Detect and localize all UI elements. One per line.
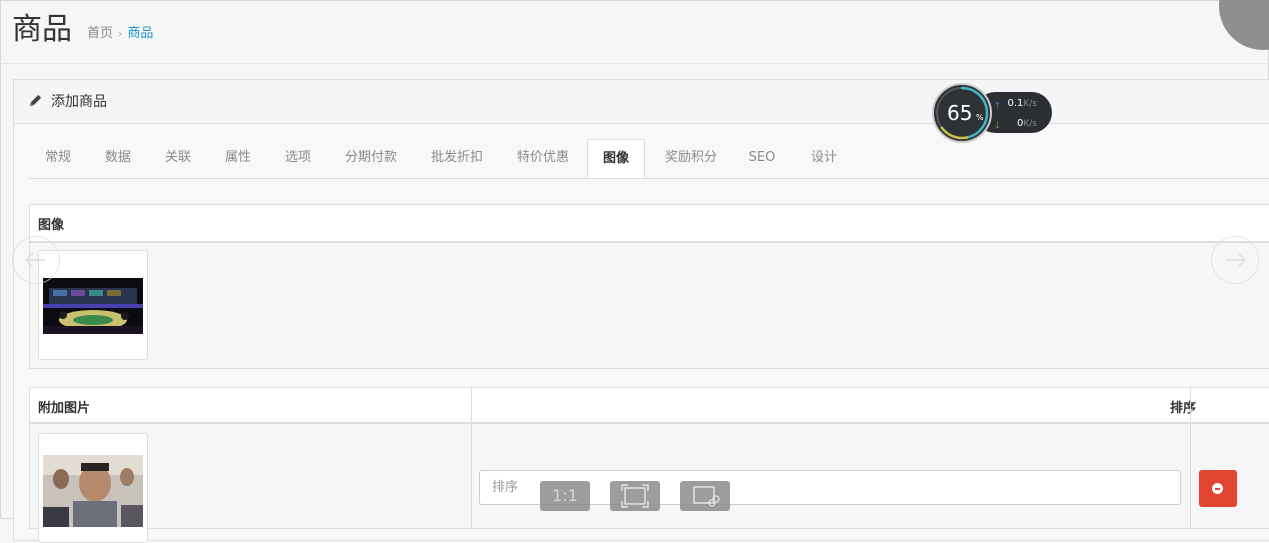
sort-order-heading: 排序 <box>1169 401 1196 416</box>
crop-button[interactable] <box>680 481 730 511</box>
upload-arrow-icon: 🡑 <box>995 101 1000 111</box>
image-table: 图像 <box>29 204 1269 369</box>
breadcrumb-separator: › <box>118 27 123 40</box>
download-arrow-icon: 🡓 <box>995 121 1000 131</box>
panel-title: 添加商品 <box>51 94 107 110</box>
actual-size-label: 1:1 <box>552 486 578 505</box>
tab-option[interactable]: 选项 <box>269 139 327 177</box>
close-button[interactable] <box>1219 0 1269 50</box>
memory-usage-gauge[interactable]: 65 % <box>932 83 992 143</box>
tab-reward-points[interactable]: 奖励积分 <box>649 139 733 177</box>
column-divider <box>1190 388 1191 528</box>
upload-speed-value: 0.1 <box>1007 98 1024 109</box>
image-table-header: 图像 <box>30 205 1269 243</box>
portrait-photo <box>43 455 143 527</box>
tab-design[interactable]: 设计 <box>795 139 853 177</box>
breadcrumb-home-link[interactable]: 首页 <box>87 26 113 41</box>
additional-images-header: 附加图片 排序 <box>30 388 1269 424</box>
pencil-icon <box>29 94 42 107</box>
next-image-button[interactable] <box>1211 236 1259 284</box>
additional-images-heading: 附加图片 <box>38 401 91 416</box>
header-divider <box>0 63 1269 64</box>
tab-seo[interactable]: SEO <box>735 139 789 177</box>
add-product-panel: 添加商品 常规 数据 关联 属性 选项 分期付款 批发折扣 特价优惠 图像 奖励… <box>13 79 1269 543</box>
download-speed-unit: K/s <box>1023 119 1037 129</box>
tab-general[interactable]: 常规 <box>29 139 87 177</box>
gauge-percent: 65 <box>947 101 973 125</box>
tab-data[interactable]: 数据 <box>89 139 147 177</box>
tab-links[interactable]: 关联 <box>149 139 207 177</box>
image-heading: 图像 <box>38 218 65 233</box>
tab-attribute[interactable]: 属性 <box>209 139 267 177</box>
crop-icon <box>693 486 720 507</box>
tab-installment[interactable]: 分期付款 <box>329 139 413 177</box>
fit-screen-button[interactable] <box>610 481 660 511</box>
arrow-right-icon <box>1226 252 1247 268</box>
page-title: 商品 <box>12 12 72 47</box>
breadcrumb-current-link[interactable]: 商品 <box>127 26 153 41</box>
fit-screen-icon <box>621 484 649 508</box>
tab-special[interactable]: 特价优惠 <box>501 139 585 177</box>
panel-heading: 添加商品 <box>14 80 1269 124</box>
tab-bar: 常规 数据 关联 属性 选项 分期付款 批发折扣 特价优惠 图像 奖励积分 SE… <box>29 139 1269 179</box>
tab-image[interactable]: 图像 <box>587 139 645 178</box>
additional-image-thumbnail[interactable] <box>38 433 148 543</box>
remove-image-button[interactable] <box>1199 470 1237 507</box>
breadcrumb: 首页 › 商品 <box>87 24 153 44</box>
stage-photo <box>43 278 143 334</box>
actual-size-button[interactable]: 1:1 <box>540 481 590 511</box>
previous-image-button[interactable] <box>12 236 60 284</box>
column-divider <box>471 388 472 528</box>
upload-speed-unit: K/s <box>1023 99 1037 109</box>
minus-circle-icon <box>1212 483 1223 494</box>
gauge-percent-sign: % <box>976 113 984 122</box>
tab-discount[interactable]: 批发折扣 <box>415 139 499 177</box>
arrow-left-icon <box>24 252 45 268</box>
